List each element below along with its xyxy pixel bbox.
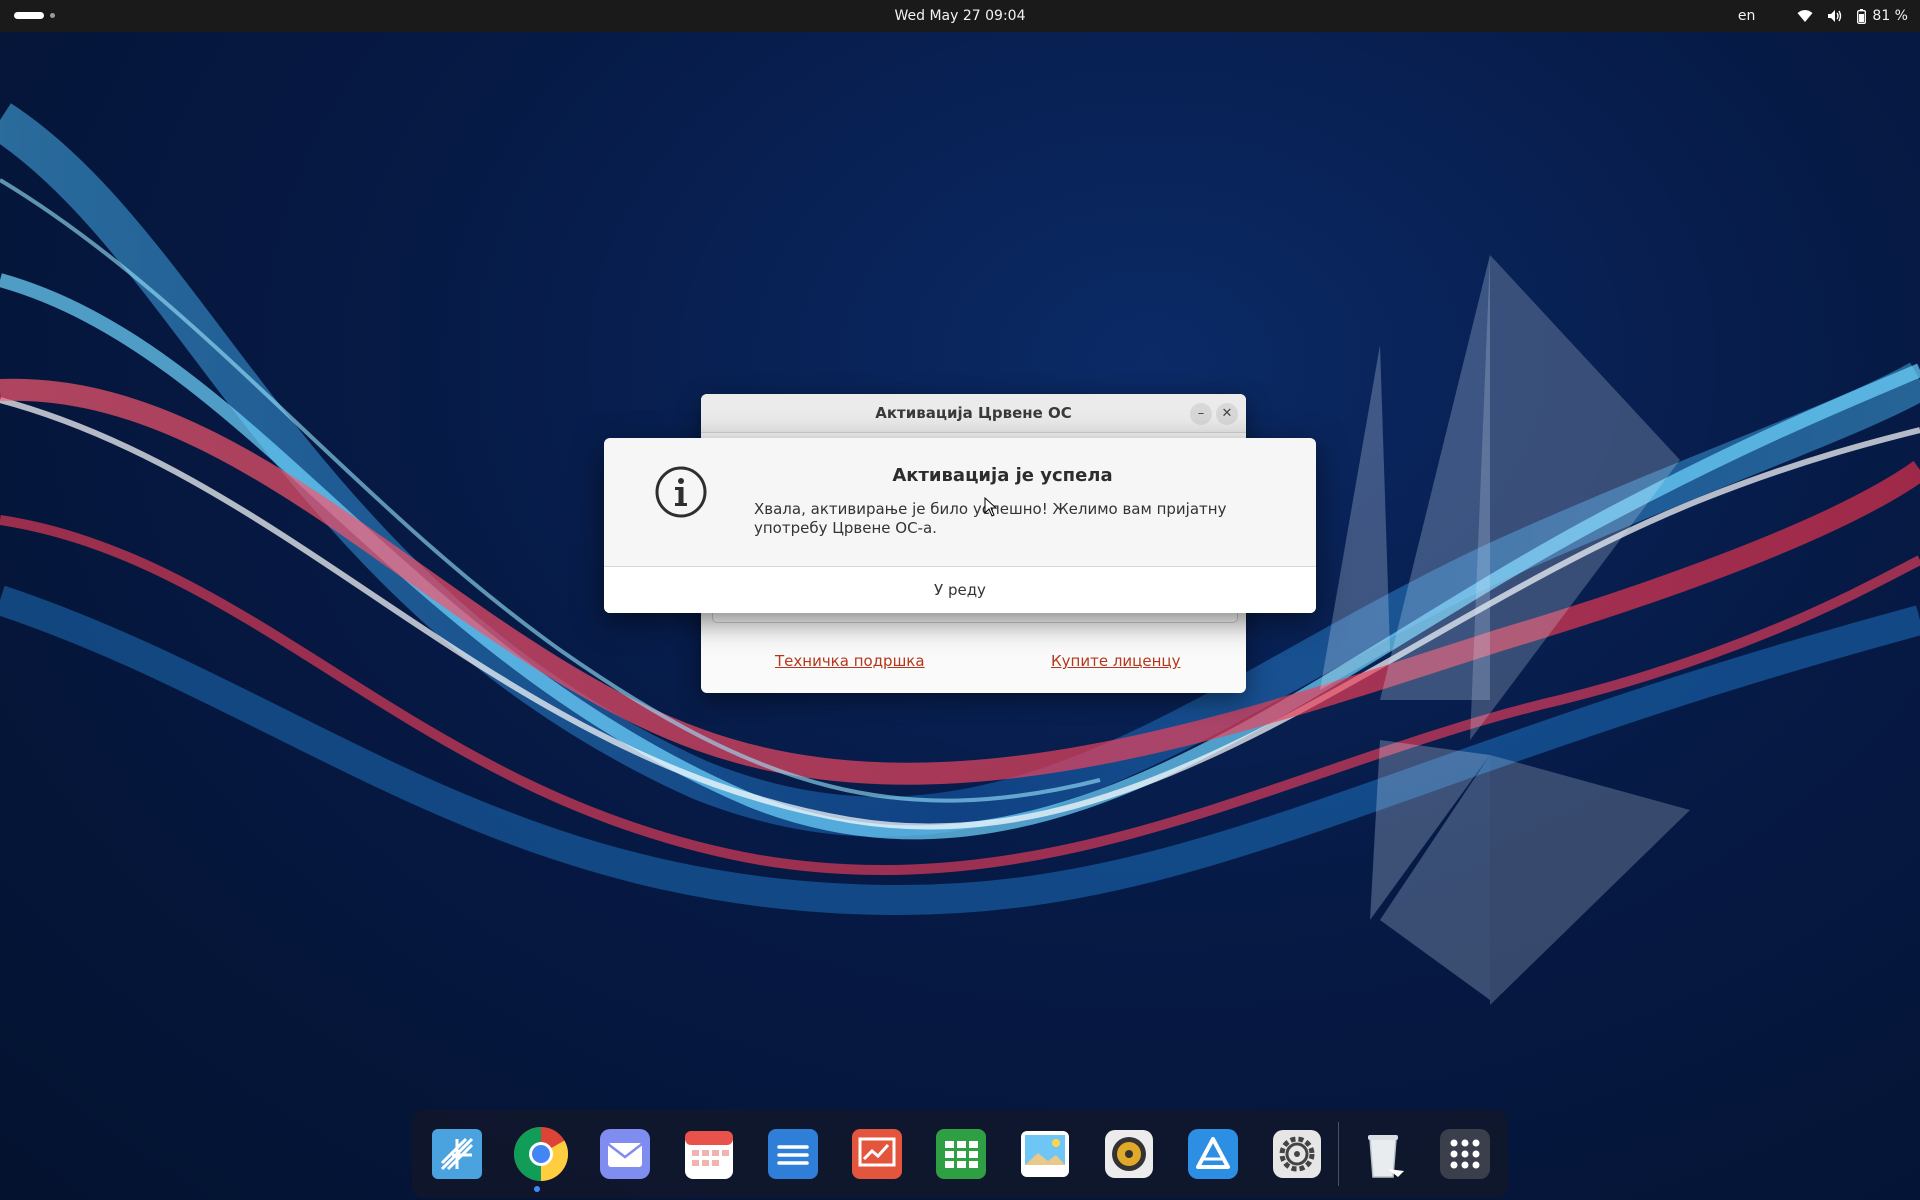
trash-icon[interactable] (1354, 1125, 1412, 1183)
dock (412, 1110, 1508, 1198)
workspace-app-icon[interactable] (428, 1125, 486, 1183)
minimize-icon: – (1197, 406, 1205, 421)
technical-support-link[interactable]: Техничка подршка (775, 652, 925, 670)
dialog-message: Хвала, активирање је било успешно! Желим… (754, 500, 1227, 537)
close-button[interactable]: ✕ (1216, 403, 1238, 425)
image-viewer-icon[interactable] (1016, 1125, 1074, 1183)
app-store-icon[interactable] (1184, 1125, 1242, 1183)
minimize-button[interactable]: – (1190, 403, 1212, 425)
clock-container: Wed May 27 09:04 (0, 0, 1920, 32)
show-apps-icon[interactable] (1436, 1125, 1494, 1183)
language-indicator[interactable]: en (1738, 8, 1756, 24)
workspace-indicator (50, 13, 55, 18)
chrome-running-indicator (534, 1186, 540, 1192)
battery-status: 81 % (1857, 8, 1908, 24)
system-tray[interactable]: en 81 % (1738, 0, 1908, 32)
settings-icon[interactable] (1268, 1125, 1326, 1183)
clock[interactable]: Wed May 27 09:04 (895, 8, 1026, 24)
dialog-heading: Активација је успела (892, 465, 1113, 486)
ok-button[interactable]: У реду (604, 567, 1316, 613)
close-icon: ✕ (1221, 406, 1233, 421)
music-player-icon[interactable] (1100, 1125, 1158, 1183)
calendar-icon[interactable] (680, 1125, 738, 1183)
mouse-cursor-icon (984, 497, 998, 517)
activation-success-dialog: Активација је успела Хвала, активирање ј… (604, 438, 1316, 613)
text-editor-icon[interactable] (764, 1125, 822, 1183)
buy-license-link[interactable]: Купите лиценцу (1051, 652, 1181, 670)
presentation-icon[interactable] (848, 1125, 906, 1183)
battery-percentage: 81 % (1872, 8, 1908, 24)
dock-separator (1338, 1122, 1339, 1186)
workspace-indicator-active (14, 12, 44, 19)
window-title: Активација Црвене ОС (875, 404, 1072, 422)
mail-icon[interactable] (596, 1125, 654, 1183)
desktop: Wed May 27 09:04 en 81 % Активација Црве… (0, 0, 1920, 1200)
volume-icon (1827, 9, 1843, 23)
window-titlebar[interactable]: Активација Црвене ОС – ✕ (701, 394, 1246, 433)
top-bar: Wed May 27 09:04 en 81 % (0, 0, 1920, 32)
spreadsheet-icon[interactable] (932, 1125, 990, 1183)
activities-button[interactable] (14, 12, 64, 20)
wifi-icon (1797, 9, 1813, 23)
battery-icon (1857, 8, 1867, 24)
chrome-icon[interactable] (512, 1125, 570, 1183)
